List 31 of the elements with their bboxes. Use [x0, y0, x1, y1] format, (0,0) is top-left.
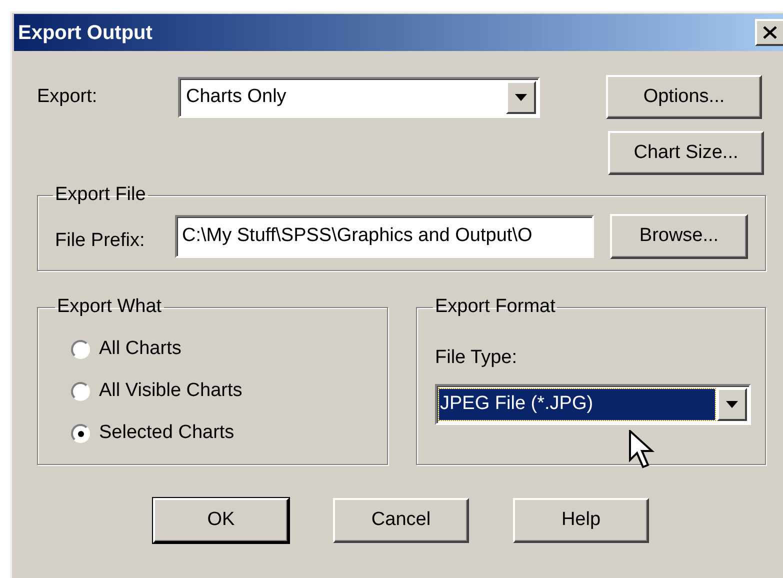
dialog-button[interactable]: OK: [153, 498, 289, 543]
group-title: Export What: [56, 295, 163, 319]
window-title: Export Output: [18, 20, 152, 46]
radio-button[interactable]: [71, 340, 90, 359]
radio-label[interactable]: All Visible Charts: [99, 377, 242, 406]
radio-button[interactable]: [71, 424, 90, 443]
export-label: Export:: [37, 84, 98, 109]
dropdown-button[interactable]: [717, 388, 747, 421]
dialog-button[interactable]: Help: [513, 498, 649, 543]
file-type-label: File Type:: [435, 346, 518, 370]
chart-size-button[interactable]: Chart Size...: [608, 131, 764, 175]
group-title: Export File: [54, 183, 147, 207]
close-icon: [763, 26, 777, 39]
dropdown-value: JPEG File (*.JPG): [439, 389, 715, 420]
radio-label[interactable]: Selected Charts: [99, 419, 234, 448]
dropdown-value: Charts Only: [186, 84, 286, 109]
radio-button[interactable]: [71, 382, 90, 401]
group-title: Export Format: [434, 295, 556, 319]
browse-button[interactable]: Browse...: [610, 214, 748, 258]
dialog-button[interactable]: Cancel: [333, 498, 469, 543]
file-prefix-field[interactable]: C:\My Stuff\SPSS\Graphics and Output\O: [175, 214, 594, 258]
file-prefix-label: File Prefix:: [55, 228, 146, 253]
radio-label[interactable]: All Charts: [99, 335, 182, 364]
caret-icon: [515, 94, 527, 100]
pointer-icon: [629, 430, 655, 470]
close-button[interactable]: [755, 19, 783, 46]
dropdown-button[interactable]: [506, 80, 536, 114]
caret-icon: [726, 401, 738, 408]
export-dropdown[interactable]: Charts Only: [178, 76, 540, 118]
options-button[interactable]: Options...: [606, 75, 762, 119]
file-type-dropdown[interactable]: JPEG File (*.JPG): [435, 384, 751, 425]
